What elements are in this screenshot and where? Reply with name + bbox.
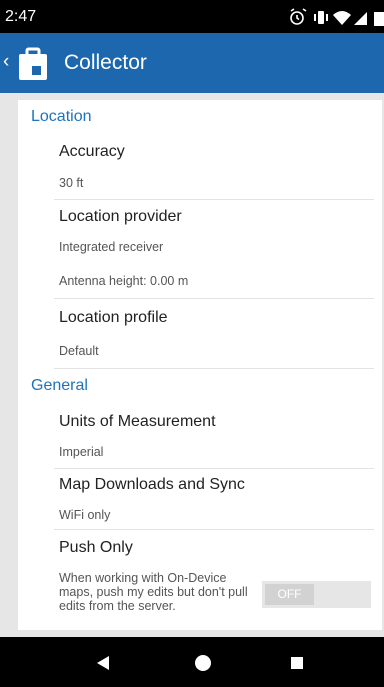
location-profile-title[interactable]: Location profile <box>59 308 168 328</box>
units-value: Imperial <box>59 445 104 459</box>
battery-icon <box>374 12 384 26</box>
toggle-label: OFF <box>277 587 302 601</box>
signal-icon <box>354 12 367 25</box>
location-provider-title[interactable]: Location provider <box>59 207 182 227</box>
home-icon[interactable] <box>173 637 233 687</box>
divider <box>54 298 374 299</box>
location-provider-value: Integrated receiver <box>59 240 164 254</box>
divider <box>54 468 374 469</box>
divider <box>54 199 374 200</box>
accuracy-title[interactable]: Accuracy <box>59 142 125 162</box>
accuracy-value: 30 ft <box>59 176 84 190</box>
map-downloads-title[interactable]: Map Downloads and Sync <box>59 475 245 495</box>
divider <box>54 529 374 530</box>
app-title: Collector <box>64 51 147 74</box>
push-only-toggle[interactable]: OFF <box>262 581 371 608</box>
section-header-general: General <box>31 377 88 394</box>
map-downloads-value: WiFi only <box>59 508 111 522</box>
status-icons <box>290 8 384 26</box>
settings-list: Location Accuracy 30 ft Location provide… <box>18 100 382 630</box>
section-header-location: Location <box>31 108 92 125</box>
collector-logo-icon[interactable] <box>15 46 51 82</box>
vibrate-icon <box>314 11 328 24</box>
back-icon[interactable] <box>74 637 134 687</box>
toggle-thumb: OFF <box>265 584 314 605</box>
back-chevron-icon[interactable]: ‹ <box>3 51 9 73</box>
status-time: 2:47 <box>5 8 37 25</box>
location-profile-value: Default <box>59 344 99 358</box>
push-only-description: When working with On-Device maps, push m… <box>59 571 248 613</box>
app-bar: ‹ Collector <box>0 33 384 93</box>
antenna-height-value: Antenna height: 0.00 m <box>59 274 189 288</box>
recents-icon[interactable] <box>267 637 327 687</box>
divider <box>54 368 374 369</box>
navigation-bar <box>0 637 384 687</box>
units-title[interactable]: Units of Measurement <box>59 412 216 432</box>
push-only-title[interactable]: Push Only <box>59 538 133 558</box>
status-bar: 2:47 <box>0 0 384 33</box>
wifi-icon <box>333 11 351 25</box>
alarm-icon <box>290 8 307 25</box>
